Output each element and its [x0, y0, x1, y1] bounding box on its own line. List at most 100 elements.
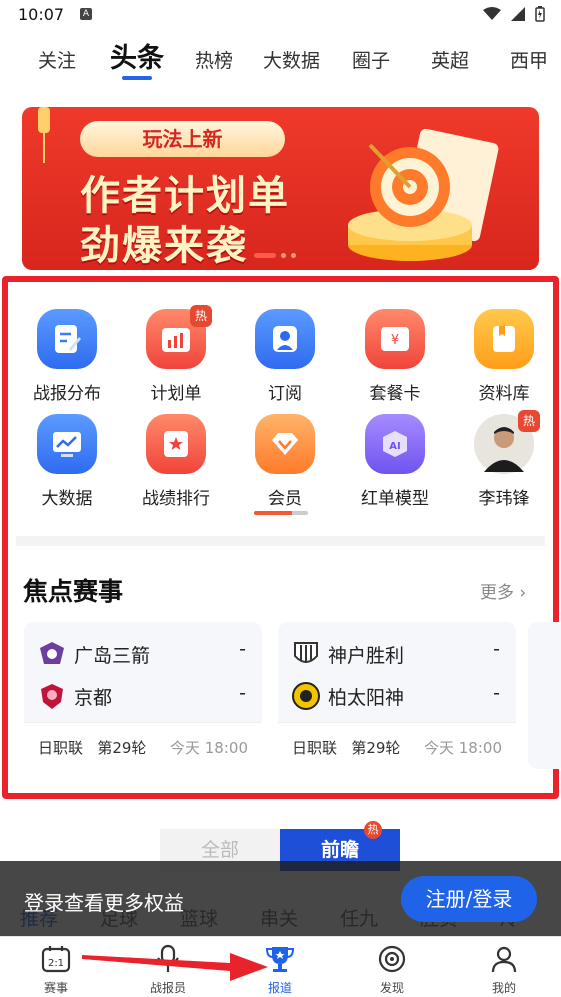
package-card-icon: ¥: [365, 309, 425, 369]
svg-text:2:1: 2:1: [48, 958, 64, 969]
banner-dot: [291, 253, 296, 258]
report-icon: [37, 309, 97, 369]
grid-label: 计划单: [150, 384, 202, 404]
tab-big-data[interactable]: 大数据: [263, 46, 320, 73]
subscribe-person-icon: [255, 309, 315, 369]
login-prompt-bar: 登录查看更多权益 注册/登录: [0, 861, 561, 936]
match-footer: 日职联 第29轮 今天 18:00: [278, 722, 516, 769]
match-card[interactable]: [528, 622, 561, 769]
login-prompt-text: 登录查看更多权益: [24, 891, 184, 915]
team-name: 柏太阳神: [328, 686, 405, 709]
status-bar: 10:07 A: [0, 0, 561, 30]
discover-icon: [376, 943, 408, 975]
grid-label: 大数据: [41, 489, 93, 509]
system-icons: [483, 6, 545, 22]
grid-item-report[interactable]: 战报分布: [12, 309, 122, 404]
tab-premier-league[interactable]: 英超: [431, 46, 469, 73]
vip-diamond-icon: [255, 414, 315, 474]
target-illustration-icon: [348, 128, 499, 261]
tab-hot-list[interactable]: 热榜: [195, 46, 233, 73]
grid-label: 资料库: [478, 384, 530, 404]
person-avatar: 热: [474, 410, 540, 474]
grid-item-vip[interactable]: 会员: [230, 414, 340, 509]
team-name: 神户胜利: [328, 644, 405, 667]
match-round: 第29轮: [351, 739, 401, 757]
team-logo-icon: [38, 682, 66, 710]
nav-profile[interactable]: 我的: [464, 943, 544, 996]
team-logo-icon: [292, 682, 320, 710]
home-score: -: [493, 638, 500, 660]
league-name: 日职联: [38, 739, 84, 757]
signal-icon: [511, 7, 525, 21]
segment-preview-label: 前瞻: [320, 839, 359, 861]
tab-la-liga[interactable]: 西甲: [510, 46, 548, 73]
top-tab-bar: 关注 头条 热榜 大数据 圈子 英超 西甲: [0, 36, 561, 86]
banner-tag: 玩法上新: [80, 121, 285, 157]
hot-badge: 热: [518, 410, 540, 432]
grid-item-big-data[interactable]: 大数据: [12, 414, 122, 509]
hot-badge: 热: [190, 305, 212, 327]
grid-scroll-indicator: [254, 511, 308, 515]
home-team: 广岛三箭: [38, 640, 150, 668]
grid-item-ranking[interactable]: 战绩排行: [121, 414, 231, 509]
grid-item-red-model[interactable]: AI 红单模型: [340, 414, 450, 509]
tab-follow[interactable]: 关注: [38, 46, 76, 73]
svg-text:¥: ¥: [391, 333, 399, 348]
banner-subheadline: 劲爆来袭: [80, 223, 248, 269]
register-login-button[interactable]: 注册/登录: [401, 876, 537, 922]
plan-chart-icon: 热: [146, 305, 212, 369]
match-time: 今天 18:00: [170, 739, 248, 757]
book-icon: [474, 309, 534, 369]
rank-star-icon: [146, 414, 206, 474]
team-logo-icon: [38, 640, 66, 668]
focus-section-title: 焦点赛事: [23, 577, 124, 606]
banner-pagination: [254, 253, 296, 258]
match-card[interactable]: 广岛三箭 - 京都 - 日职联 第29轮 今天 18:00: [24, 622, 262, 769]
grid-item-plan[interactable]: 热 计划单: [121, 305, 231, 404]
grid-item-subscribe[interactable]: 订阅: [230, 309, 340, 404]
home-score: -: [239, 638, 246, 660]
match-league: 日职联 第29轮: [292, 737, 400, 758]
profile-icon: [488, 943, 520, 975]
team-name: 广岛三箭: [74, 644, 151, 667]
grid-label: 订阅: [268, 384, 302, 404]
grid-item-expert[interactable]: 热 李玮锋: [449, 410, 559, 509]
grid-label: 战报分布: [33, 384, 101, 404]
lantern-icon: [38, 107, 50, 163]
grid-item-package-card[interactable]: ¥ 套餐卡: [340, 309, 450, 404]
tab-headlines[interactable]: 头条: [110, 36, 164, 75]
status-time: 10:07: [18, 5, 65, 24]
active-tab-indicator: [122, 76, 152, 80]
more-label: 更多: [480, 583, 514, 603]
nav-label: 我的: [491, 981, 516, 995]
match-card[interactable]: 神户胜利 - 柏太阳神 - 日职联 第29轮 今天 18:00: [278, 622, 516, 769]
away-team: 柏太阳神: [292, 682, 404, 710]
more-link[interactable]: 更多 ›: [480, 578, 526, 603]
banner-dot: [281, 253, 286, 258]
match-round: 第29轮: [97, 739, 147, 757]
ai-cube-icon: AI: [365, 414, 425, 474]
home-team: 神户胜利: [292, 640, 404, 668]
league-name: 日职联: [292, 739, 338, 757]
grid-label: 红单模型: [361, 489, 429, 509]
svg-text:AI: AI: [389, 441, 400, 452]
section-divider: [16, 536, 545, 546]
away-score: -: [493, 682, 500, 704]
grid-item-database[interactable]: 资料库: [449, 309, 559, 404]
wifi-icon: [483, 7, 501, 20]
match-time: 今天 18:00: [424, 739, 502, 757]
away-score: -: [239, 682, 246, 704]
grid-label: 会员: [268, 489, 302, 509]
match-league: 日职联 第29轮: [38, 737, 146, 758]
team-name: 京都: [74, 686, 113, 709]
chevron-right-icon: ›: [519, 583, 527, 603]
banner-dot: [254, 253, 276, 258]
grid-label: 套餐卡: [369, 384, 421, 404]
promo-banner[interactable]: 玩法上新 作者计划单 劲爆来袭: [22, 107, 539, 270]
nav-discover[interactable]: 发现: [352, 943, 432, 996]
notification-icon: A: [80, 8, 92, 20]
battery-icon: [535, 6, 545, 22]
tab-circle[interactable]: 圈子: [352, 46, 390, 73]
hot-badge: 热: [364, 821, 382, 839]
annotation-arrow-icon: [82, 953, 268, 981]
